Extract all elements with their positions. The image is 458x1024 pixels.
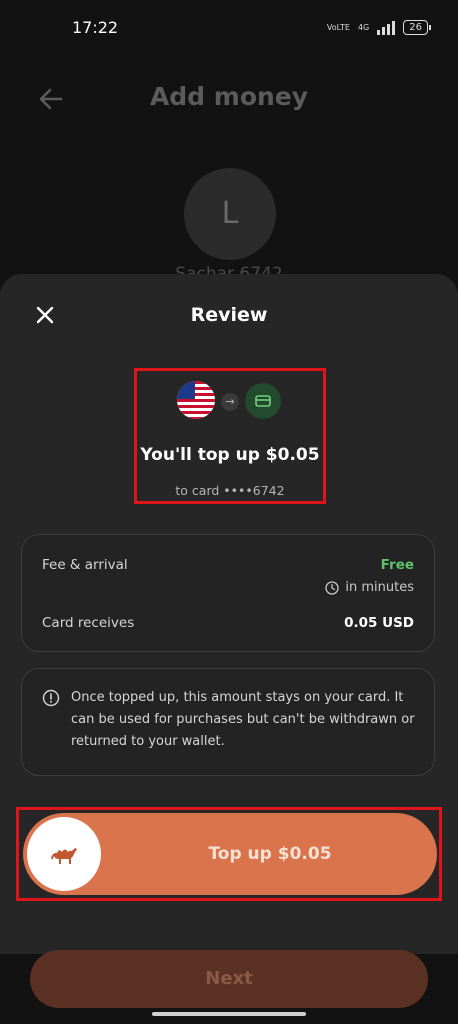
info-card: Once topped up, this amount stays on you… xyxy=(21,668,435,776)
next-button[interactable]: Next xyxy=(30,950,428,1008)
status-bar: 17:22 VoLTE 4G 26 xyxy=(0,0,458,56)
fee-label: Fee & arrival xyxy=(42,557,128,573)
network-label: 4G xyxy=(357,23,370,32)
avatar: L xyxy=(184,168,276,260)
slider-knob[interactable] xyxy=(27,817,101,891)
page-title: Add money xyxy=(149,82,309,111)
battery-icon: 26 xyxy=(403,20,431,35)
fee-details-card: Fee & arrival Free in minutes Card recei… xyxy=(21,534,435,652)
arrival-time: in minutes xyxy=(325,580,414,595)
sheet-title: Review xyxy=(190,304,268,326)
arrow-right-icon: → xyxy=(221,393,239,411)
slider-label: Top up $0.05 xyxy=(208,844,332,864)
us-flag-icon xyxy=(177,381,215,419)
topup-headline: You'll top up $0.05 xyxy=(140,445,320,465)
slide-to-confirm: Top up $0.05 xyxy=(16,807,442,901)
page-header: Add money xyxy=(0,70,458,126)
home-indicator xyxy=(152,1012,306,1016)
receives-value: 0.05 USD xyxy=(344,615,414,631)
arrival-text: in minutes xyxy=(345,580,414,595)
destination-card: to card ••••6742 xyxy=(175,483,285,498)
signal-icon xyxy=(377,20,396,35)
clock-icon xyxy=(325,580,340,595)
camel-icon xyxy=(51,848,77,864)
topup-slider[interactable]: Top up $0.05 xyxy=(23,813,437,895)
topup-summary: → You'll top up $0.05 to card ••••6742 xyxy=(134,368,326,504)
receives-label: Card receives xyxy=(42,615,135,631)
review-sheet: Review → You'll top up $0.05 to card •••… xyxy=(0,274,458,954)
status-icons: VoLTE 4G 26 xyxy=(326,20,431,35)
card-icon xyxy=(245,383,281,419)
info-text: Once topped up, this amount stays on you… xyxy=(71,690,415,749)
fee-value: Free xyxy=(380,557,414,573)
volte-icon: VoLTE xyxy=(326,22,350,32)
info-icon xyxy=(42,689,60,707)
status-time: 17:22 xyxy=(72,18,119,37)
